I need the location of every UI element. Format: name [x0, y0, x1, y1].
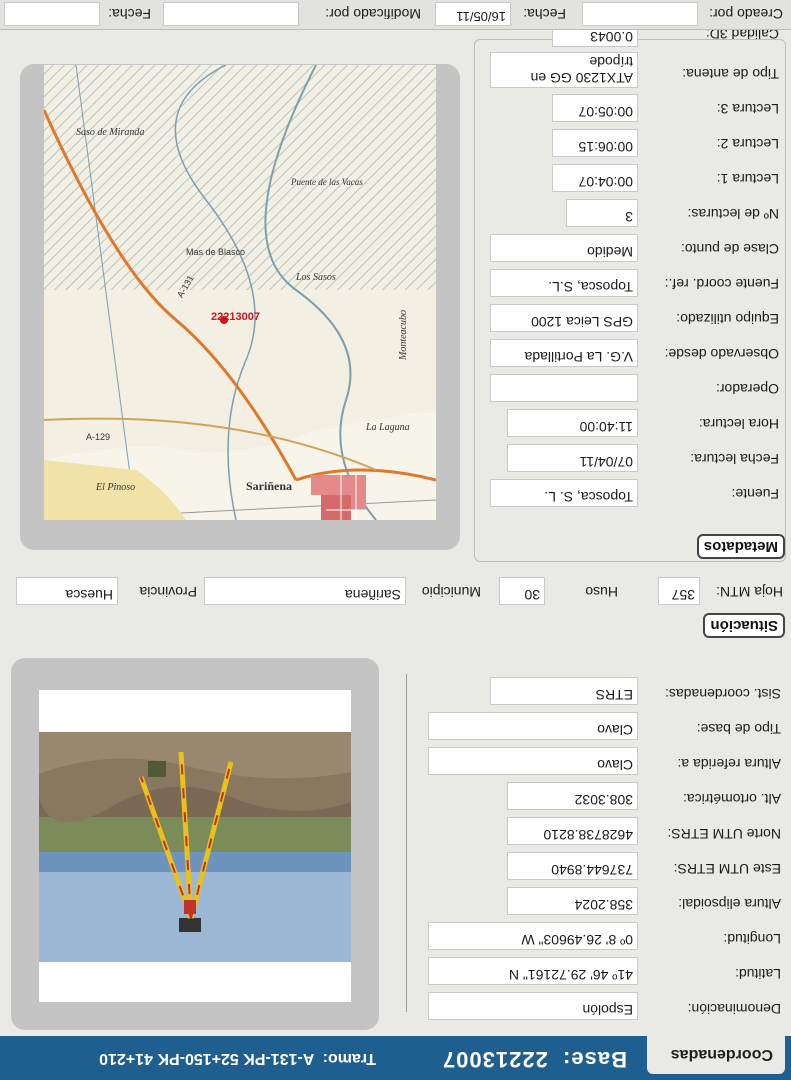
location-map: 22213007 Sariñena El Pinoso La Laguna Lo… — [44, 65, 436, 520]
situacion-title: Situación — [703, 613, 785, 638]
lectura-1-label: Lectura 1: — [716, 171, 779, 187]
map-place-saso-miranda: Saso de Miranda — [76, 127, 144, 138]
creado-label: Creado por: — [709, 6, 783, 22]
municipio-field[interactable]: Sariñena — [204, 577, 406, 605]
base-title: Base: 22213007 — [442, 1046, 627, 1072]
latitud-field[interactable]: 41º 46' 29.72161" N — [428, 957, 638, 985]
alt-ortometrica-label: Alt. ortométrica: — [682, 791, 781, 807]
num-lecturas-label: Nº de lecturas: — [687, 206, 780, 222]
observado-desde-field[interactable]: V.G. La Portillada — [490, 339, 638, 367]
photo-tripod-illustration — [39, 690, 351, 1002]
sist-coordenadas-field[interactable]: ETRS — [490, 677, 638, 705]
map-place-los-sasos: Los Sasos — [295, 272, 336, 283]
tab-coordenadas-label: Coordenadas — [670, 1046, 773, 1063]
operador-field[interactable] — [490, 374, 638, 402]
fecha1-label: Fecha: — [523, 6, 566, 22]
map-road-a129: A-129 — [86, 432, 110, 442]
norte-utm-label: Norte UTM ETRS: — [667, 826, 781, 842]
tramo-title: Tramo: A-131-PK 52+150-PK 41+210 — [99, 1049, 376, 1067]
base-value: 22213007 — [441, 1047, 548, 1072]
header-bar: Coordenadas Base: 22213007 Tramo: A-131-… — [0, 1034, 791, 1080]
altura-referida-label: Altura referida a: — [677, 756, 782, 772]
equipo-utilizado-label: Equipo utilizado: — [676, 311, 779, 327]
huso-label: Huso — [585, 584, 618, 600]
map-place-la-laguna: La Laguna — [365, 422, 410, 433]
tipo-antena-label: Tipo de antena: — [682, 66, 779, 82]
este-utm-field[interactable]: 737644.8940 — [507, 852, 638, 880]
huso-field[interactable]: 30 — [499, 577, 545, 605]
operador-label: Operador: — [715, 381, 779, 397]
denominacion-label: Denominación: — [687, 1001, 781, 1017]
creado-field[interactable] — [582, 2, 698, 26]
map-place-el-pinoso: El Pinoso — [95, 482, 135, 493]
page-canvas: Coordenadas Base: 22213007 Tramo: A-131-… — [0, 0, 791, 1080]
fecha2-label: Fecha: — [108, 6, 151, 22]
sist-coordenadas-label: Sist. coordenadas: — [665, 686, 781, 702]
tramo-label: Tramo: — [322, 1050, 376, 1067]
map-frame: 22213007 Sariñena El Pinoso La Laguna Lo… — [20, 64, 460, 550]
altura-elipsoidal-field[interactable]: 358.2024 — [507, 887, 638, 915]
map-illustration: 22213007 Sariñena El Pinoso La Laguna Lo… — [44, 65, 436, 520]
alt-ortometrica-field[interactable]: 308.3032 — [507, 782, 638, 810]
fecha2-field[interactable] — [4, 2, 100, 26]
fuente-label: Fuente: — [731, 486, 779, 502]
fuente-coord-field[interactable]: Toposca, S.L. — [490, 269, 638, 297]
denominacion-field[interactable]: Espolón — [428, 992, 638, 1020]
map-place-puente-vacas: Puente de las Vacas — [290, 177, 363, 187]
tramo-value: A-131-PK 52+150-PK 41+210 — [99, 1050, 315, 1067]
fecha-lectura-label: Fecha lectura: — [690, 451, 779, 467]
altura-elipsoidal-label: Altura elipsoidal: — [678, 896, 781, 912]
fuente-coord-label: Fuente coord. ref.: — [664, 276, 779, 292]
altura-referida-field[interactable]: Clavo — [428, 747, 638, 775]
lectura-2-field[interactable]: 00:06:15 — [552, 129, 638, 157]
base-label: Base: — [562, 1047, 627, 1072]
clase-punto-field[interactable]: Medido — [490, 234, 638, 262]
tipo-base-field[interactable]: Clavo — [428, 712, 638, 740]
map-point-label: 22213007 — [211, 311, 260, 323]
modificado-field[interactable] — [163, 2, 299, 26]
lectura-3-label: Lectura 3: — [716, 101, 779, 117]
longitud-label: Longitud: — [723, 931, 781, 947]
tab-coordenadas[interactable]: Coordenadas — [647, 1034, 785, 1074]
map-place-monteacubo: Monteacubo — [398, 310, 409, 361]
num-lecturas-field[interactable]: 3 — [566, 199, 638, 227]
tipo-base-label: Tipo de base: — [696, 721, 781, 737]
fuente-field[interactable]: Toposca, S. L. — [490, 479, 638, 507]
lectura-2-label: Lectura 2: — [716, 136, 779, 152]
equipo-utilizado-field[interactable]: GPS Leica 1200 — [490, 304, 638, 332]
latitud-label: Latitud: — [735, 966, 781, 982]
hora-lectura-field[interactable]: 11:40:00 — [507, 409, 638, 437]
observado-desde-label: Observado desde: — [664, 346, 779, 362]
provincia-label: Provincia — [139, 584, 197, 600]
base-photo — [39, 690, 351, 1002]
hoja-mtn-field[interactable]: 357 — [658, 577, 700, 605]
este-utm-label: Este UTM ETRS: — [673, 861, 781, 877]
clase-punto-label: Clase de punto: — [680, 241, 779, 257]
metadatos-title: Metadatos — [696, 534, 785, 559]
fecha-lectura-field[interactable]: 07/04/11 — [507, 444, 638, 472]
norte-utm-field[interactable]: 4628738.8210 — [507, 817, 638, 845]
provincia-field[interactable]: Huesca — [16, 577, 118, 605]
municipio-label: Municipio — [421, 584, 481, 600]
map-place-mas-blasco: Mas de Blasco — [186, 247, 245, 257]
lectura-3-field[interactable]: 00:05:07 — [552, 94, 638, 122]
photo-frame — [11, 658, 379, 1030]
hora-lectura-label: Hora lectura: — [698, 416, 779, 432]
modificado-label: Modificado por: — [325, 6, 421, 22]
fecha1-field[interactable]: 16/05/11 — [435, 2, 511, 26]
longitud-field[interactable]: 0º 8' 26.49603" W — [428, 922, 638, 950]
tipo-antena-field[interactable]: ATX1230 GG en trípode — [490, 52, 638, 88]
coord-divider — [406, 674, 407, 1012]
map-place-sarinena: Sariñena — [246, 479, 292, 493]
hoja-mtn-label: Hoja MTN: — [716, 584, 783, 600]
lectura-1-field[interactable]: 00:04:07 — [552, 164, 638, 192]
